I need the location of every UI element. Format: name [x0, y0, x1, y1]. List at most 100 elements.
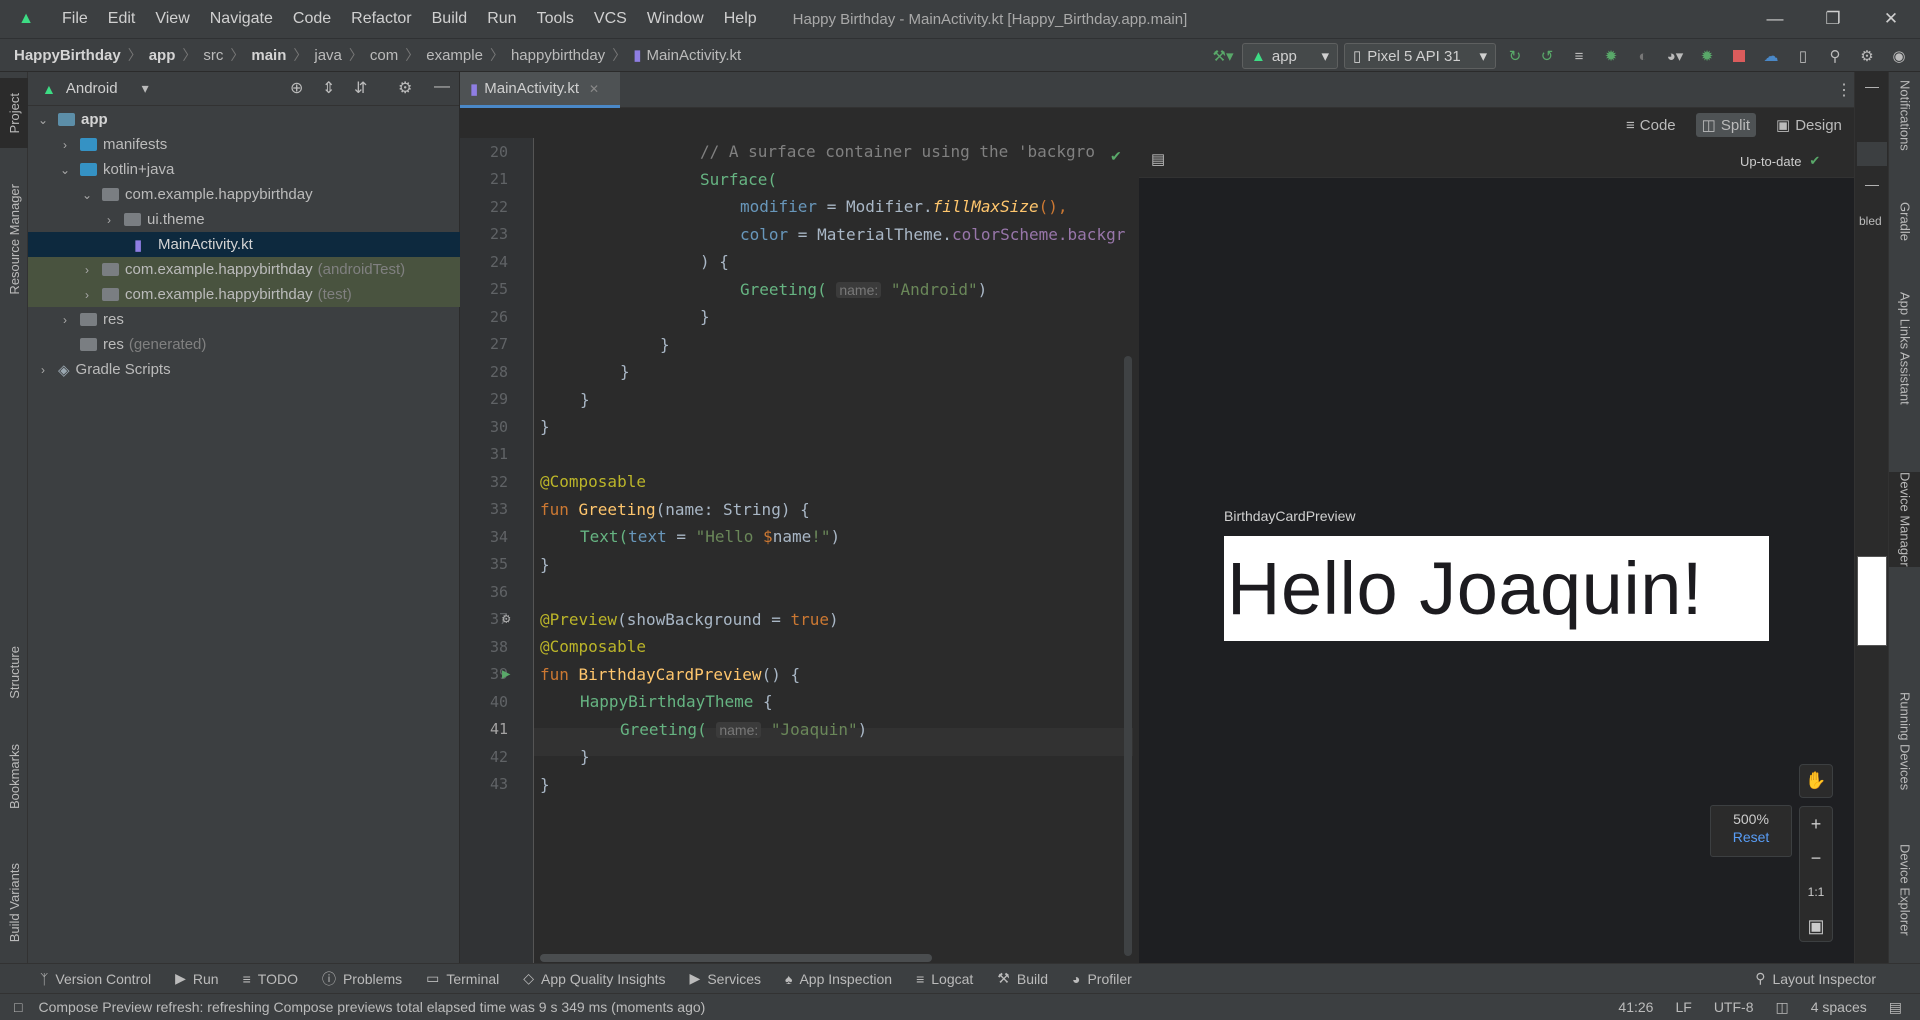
more-options-icon[interactable]: ⋮	[1836, 80, 1852, 100]
attach-debugger-icon[interactable]: ◐	[1630, 43, 1656, 69]
chevron-down-icon[interactable]: ⌄	[36, 113, 50, 127]
device-select[interactable]: ▯ Pixel 5 API 31 ▾	[1344, 43, 1496, 69]
breadcrumb-src[interactable]: src	[199, 47, 227, 64]
breadcrumb-package[interactable]: happybirthday	[507, 47, 609, 64]
menu-edit[interactable]: Edit	[98, 0, 146, 38]
tab-running-devices[interactable]: Running Devices	[1889, 692, 1920, 790]
preview-render[interactable]: Hello Joaquin!	[1224, 536, 1769, 641]
hide-icon[interactable]: —	[434, 78, 450, 96]
breadcrumb-com[interactable]: com	[366, 47, 402, 64]
sync-gradle-icon[interactable]: ☁	[1758, 43, 1784, 69]
indent-setting[interactable]: 4 spaces	[1811, 999, 1867, 1015]
zoom-actual-button[interactable]: 1:1	[1800, 875, 1832, 909]
search-icon[interactable]: ⚲	[1822, 43, 1848, 69]
tool-logcat[interactable]: ≡ Logcat	[916, 971, 973, 987]
chevron-right-icon[interactable]: ›	[102, 213, 116, 227]
breadcrumb-file[interactable]: ▮ MainActivity.kt	[629, 46, 745, 65]
cursor-position[interactable]: 41:26	[1618, 999, 1653, 1015]
tool-app-quality-insights[interactable]: ◇ App Quality Insights	[523, 970, 665, 987]
code-editor[interactable]: 20 // A surface container using the 'back…	[460, 138, 1133, 963]
breadcrumb-module[interactable]: app	[145, 47, 180, 64]
device-manager-icon[interactable]: ▯	[1790, 43, 1816, 69]
hide-icon[interactable]: —	[1865, 78, 1879, 94]
tab-notifications[interactable]: Notifications	[1889, 80, 1920, 151]
tree-item-ui-theme[interactable]: › ui.theme	[28, 207, 460, 232]
tab-mainactivity[interactable]: ▮ MainActivity.kt ✕	[460, 72, 620, 108]
menu-navigate[interactable]: Navigate	[200, 0, 283, 38]
locate-icon[interactable]: ⊕	[290, 78, 303, 98]
tool-version-control[interactable]: ᛉ Version Control	[40, 971, 151, 987]
tree-item-kotlin-java[interactable]: ⌄ kotlin+java	[28, 157, 460, 182]
chevron-right-icon[interactable]: ›	[36, 363, 50, 377]
menu-code[interactable]: Code	[283, 0, 341, 38]
logcat-icon[interactable]: ≡	[1566, 43, 1592, 69]
tree-item-package[interactable]: ⌄ com.example.happybirthday	[28, 182, 460, 207]
build-hammer-icon[interactable]: ⚒▾	[1210, 43, 1236, 69]
tree-item-package-androidtest[interactable]: › com.example.happybirthday (androidTest…	[28, 257, 460, 282]
menu-help[interactable]: Help	[714, 0, 767, 38]
vertical-scrollbar[interactable]	[1124, 356, 1132, 956]
menu-view[interactable]: View	[145, 0, 199, 38]
close-icon[interactable]: ✕	[589, 82, 599, 96]
run-config-select[interactable]: ▲ app ▾	[1242, 43, 1338, 69]
tree-item-gradle-scripts[interactable]: › ◈ Gradle Scripts	[28, 357, 460, 382]
tab-structure[interactable]: Structure	[0, 632, 28, 712]
breadcrumb-main[interactable]: main	[247, 47, 290, 64]
attach-icon[interactable]: ✹	[1694, 43, 1720, 69]
profiler-icon[interactable]: ◕▾	[1662, 43, 1688, 69]
mode-split-button[interactable]: ◫ Split	[1695, 113, 1756, 137]
zoom-reset-link[interactable]: Reset	[1711, 829, 1791, 845]
chevron-down-icon[interactable]: ⌄	[80, 188, 94, 202]
tree-item-res-generated[interactable]: res (generated)	[28, 332, 460, 357]
mode-code-button[interactable]: ≡ Code	[1620, 114, 1682, 137]
preview-layout-icon[interactable]: ▤	[1151, 150, 1165, 168]
tool-problems[interactable]: ⓘ Problems	[322, 969, 402, 989]
zoom-fit-icon[interactable]: ▣	[1800, 909, 1832, 943]
settings-gear-icon[interactable]: ⚙	[1854, 43, 1880, 69]
breadcrumb-java[interactable]: java	[310, 47, 346, 64]
tab-project[interactable]: Project	[0, 78, 28, 148]
restore-icon[interactable]: ❐	[1804, 0, 1862, 38]
tool-services[interactable]: ▶ Services	[690, 970, 761, 987]
menu-window[interactable]: Window	[637, 0, 714, 38]
tree-item-app[interactable]: ⌄ app	[28, 107, 460, 132]
menu-tools[interactable]: Tools	[527, 0, 584, 38]
tool-build[interactable]: ⚒ Build	[997, 970, 1048, 987]
expand-all-icon[interactable]: ⇕	[322, 78, 335, 98]
gear-icon[interactable]: ⚙	[502, 611, 510, 627]
minimize-icon[interactable]: —	[1746, 0, 1804, 38]
panel-toggle-icon[interactable]: □	[14, 999, 22, 1015]
lock-icon[interactable]: ◫	[1775, 999, 1788, 1016]
tool-todo[interactable]: ≡ TODO	[243, 971, 298, 987]
tree-item-mainactivity[interactable]: ▮ MainActivity.kt	[28, 232, 460, 257]
breadcrumb-example[interactable]: example	[422, 47, 487, 64]
chevron-down-icon[interactable]: ▾	[142, 80, 149, 97]
line-separator[interactable]: LF	[1675, 999, 1691, 1015]
tab-gradle[interactable]: Gradle	[1889, 202, 1920, 241]
zoom-out-icon[interactable]: −	[1800, 841, 1832, 875]
tool-profiler[interactable]: ◕ Profiler	[1072, 971, 1132, 987]
tab-bookmarks[interactable]: Bookmarks	[0, 732, 28, 822]
memory-icon[interactable]: ▤	[1889, 999, 1902, 1016]
debug-icon[interactable]: ✹	[1598, 43, 1624, 69]
tab-device-explorer[interactable]: Device Explorer	[1889, 844, 1920, 936]
hide-icon[interactable]: —	[1865, 176, 1879, 192]
tool-terminal[interactable]: ▭ Terminal	[426, 970, 499, 987]
menu-vcs[interactable]: VCS	[584, 0, 637, 38]
chevron-right-icon[interactable]: ›	[58, 138, 72, 152]
device-thumbnail[interactable]	[1857, 556, 1887, 646]
collapse-all-icon[interactable]: ⇵	[354, 78, 367, 98]
tab-app-links-assistant[interactable]: App Links Assistant	[1889, 292, 1920, 405]
inspection-ok-icon[interactable]: ✔	[1110, 148, 1122, 165]
chevron-right-icon[interactable]: ›	[80, 263, 94, 277]
gear-icon[interactable]: ⚙	[398, 78, 412, 98]
view-mode-select[interactable]: Android	[66, 80, 118, 97]
tree-item-res[interactable]: › res	[28, 307, 460, 332]
menu-build[interactable]: Build	[422, 0, 478, 38]
tool-app-inspection[interactable]: ♠ App Inspection	[785, 971, 892, 987]
preview-composable-name[interactable]: BirthdayCardPreview	[1224, 508, 1356, 524]
menu-run[interactable]: Run	[477, 0, 526, 38]
file-encoding[interactable]: UTF-8	[1714, 999, 1754, 1015]
zoom-in-icon[interactable]: +	[1800, 807, 1832, 841]
menu-refactor[interactable]: Refactor	[341, 0, 421, 38]
